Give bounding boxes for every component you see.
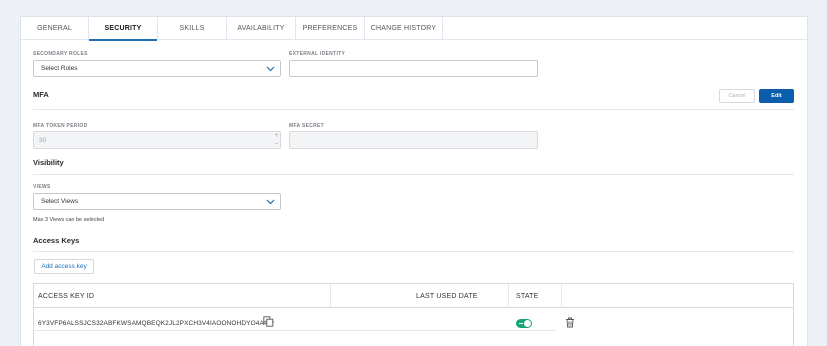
chevron-down-icon [266, 66, 275, 72]
increment-button[interactable]: + [272, 131, 281, 139]
edit-button[interactable]: Edit [759, 89, 794, 103]
column-separator [508, 284, 509, 308]
user-settings-panel: GENERAL SECURITY SKILLS AVAILABILITY PRE… [20, 16, 808, 346]
chevron-down-icon [266, 199, 275, 205]
mfa-secret-label: MFA SECRET [289, 123, 325, 129]
divider [33, 109, 794, 110]
access-keys-section-title: Access Keys [33, 236, 80, 245]
copy-icon[interactable] [263, 316, 274, 327]
secondary-roles-label: SECONDARY ROLES [33, 51, 88, 57]
tab-skills[interactable]: SKILLS [158, 17, 227, 40]
tab-bar: GENERAL SECURITY SKILLS AVAILABILITY PRE… [21, 17, 807, 41]
mfa-section-title: MFA [33, 90, 49, 99]
external-identity-input[interactable] [289, 60, 538, 77]
access-key-id: 6Y3VFP6ALSSJCS32ABFKWSAMQBEQK2JL2PXCH3V4… [38, 320, 275, 327]
tab-availability[interactable]: AVAILABILITY [227, 17, 296, 40]
mfa-token-period-input[interactable]: 30 [33, 131, 281, 149]
column-separator [330, 284, 331, 308]
column-header-state: STATE [516, 292, 539, 300]
column-header-access-key-id: ACCESS KEY ID [38, 292, 95, 300]
mfa-token-period-label: MFA TOKEN PERIOD [33, 123, 88, 129]
column-header-last-used-date: LAST USED DATE [416, 292, 478, 300]
views-value: Select Views [41, 198, 79, 205]
add-access-key-button[interactable]: Add access key [34, 259, 94, 274]
tab-security[interactable]: SECURITY [89, 17, 158, 41]
divider [33, 174, 794, 175]
secondary-roles-value: Select Roles [41, 65, 78, 72]
tab-preferences[interactable]: PREFERENCES [296, 17, 365, 40]
access-keys-table: ACCESS KEY ID LAST USED DATE STATE 6Y3VF… [33, 283, 794, 346]
cancel-button[interactable]: Cancel [719, 89, 755, 103]
views-helper-text: Max 3 Views can be selected [33, 217, 105, 223]
views-select[interactable]: Select Views [33, 193, 281, 210]
row-divider [34, 330, 556, 331]
tab-general[interactable]: GENERAL [21, 17, 89, 40]
secondary-roles-select[interactable]: Select Roles [33, 60, 281, 77]
decrement-button[interactable]: − [272, 140, 281, 148]
column-separator [561, 284, 562, 308]
trash-icon[interactable] [565, 317, 575, 328]
state-toggle[interactable] [516, 319, 532, 328]
mfa-secret-input[interactable] [289, 131, 538, 149]
visibility-section-title: Visibility [33, 158, 64, 167]
divider [33, 251, 794, 252]
table-header: ACCESS KEY ID LAST USED DATE STATE [34, 284, 793, 308]
tab-change-history[interactable]: CHANGE HISTORY [365, 17, 443, 40]
views-label: VIEWS [33, 184, 51, 190]
external-identity-label: EXTERNAL IDENTITY [289, 51, 346, 57]
